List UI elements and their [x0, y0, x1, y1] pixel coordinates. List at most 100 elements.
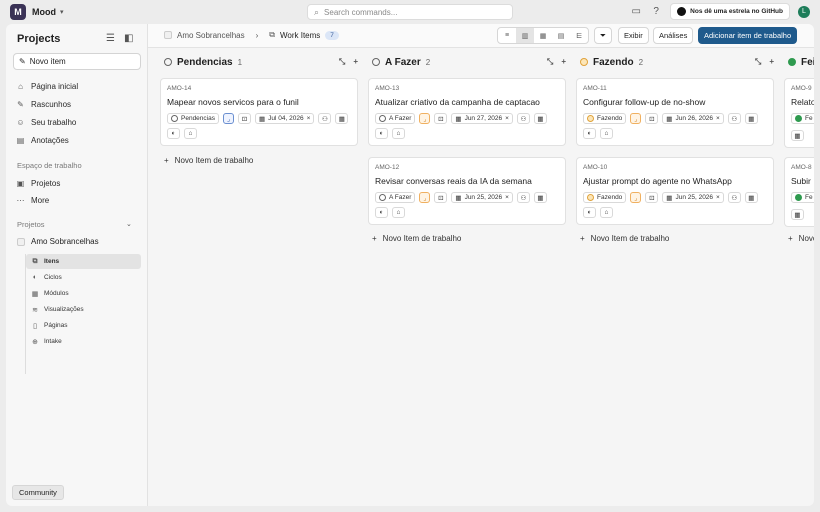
priority-medium-icon[interactable]: ⌟ [419, 113, 431, 124]
gantt-view-icon[interactable]: ⋿ [570, 28, 588, 43]
cycle-icon[interactable]: ◐ [583, 207, 596, 218]
breadcrumb-project[interactable]: Amo Sobrancelhas [177, 31, 245, 40]
project-sub-items[interactable]: ⧉ Itens [26, 254, 141, 269]
assignee-icon[interactable]: ⚇ [727, 192, 741, 203]
estimate-icon[interactable]: ⊡ [237, 113, 251, 124]
plus-icon[interactable]: + [561, 57, 566, 67]
project-sub-cycles[interactable]: ◐ Ciclos [26, 270, 141, 285]
plus-icon[interactable]: + [353, 57, 358, 67]
new-work-item-button[interactable]: + Novo Item de trabalho [788, 234, 814, 243]
state-dropdown[interactable]: Fe [791, 192, 814, 203]
cycle-icon[interactable]: ◐ [583, 128, 596, 139]
priority-medium-icon[interactable]: ⌟ [419, 192, 431, 203]
close-icon[interactable]: × [307, 115, 311, 122]
sidebar-item-your-work[interactable]: ☺ Seu trabalho [16, 118, 76, 127]
state-dropdown[interactable]: Fazendo [583, 113, 627, 124]
module-icon[interactable]: ▦ [533, 113, 547, 124]
work-item-card[interactable]: AMO-8 Subir Fe ▦ [784, 157, 814, 227]
state-dropdown[interactable]: Pendencias [167, 113, 219, 124]
new-work-item-button[interactable]: + Novo Item de trabalho [580, 234, 669, 243]
collapse-icon[interactable]: ⤡ [755, 57, 761, 67]
project-amo-sobrancelhas[interactable]: Amo Sobrancelhas [17, 237, 99, 246]
help-icon[interactable]: ? [650, 6, 662, 18]
list-view-icon[interactable]: ≡ [498, 28, 516, 43]
module-icon[interactable]: ▦ [533, 192, 547, 203]
label-icon[interactable]: ⌂ [392, 128, 405, 139]
sidebar-toggle-icon[interactable]: ◧ [124, 33, 133, 44]
assignee-icon[interactable]: ⚇ [727, 113, 741, 124]
sidebar-item-projects[interactable]: ▣ Projetos [16, 179, 61, 188]
priority-none-icon[interactable]: ⌟ [222, 113, 234, 124]
chevron-down-icon[interactable]: ⌄ [126, 220, 132, 228]
board-view-icon[interactable]: ▥ [516, 28, 534, 43]
state-dropdown[interactable]: Fe [791, 113, 814, 124]
state-dropdown[interactable]: A Fazer [375, 192, 416, 203]
app-name[interactable]: Mood [32, 7, 56, 17]
close-icon[interactable]: × [716, 194, 720, 201]
inbox-icon[interactable]: ▭ [630, 6, 642, 18]
priority-medium-icon[interactable]: ⌟ [630, 113, 642, 124]
assignee-icon[interactable]: ⚇ [516, 113, 530, 124]
github-star-button[interactable]: Nos dê uma estrela no GitHub [670, 3, 790, 20]
module-icon[interactable]: ▦ [791, 130, 804, 141]
new-item-button[interactable]: ✎ Novo item [13, 53, 141, 70]
estimate-icon[interactable]: ⊡ [645, 192, 659, 203]
close-icon[interactable]: × [505, 194, 509, 201]
estimate-icon[interactable]: ⊡ [645, 113, 659, 124]
close-icon[interactable]: × [716, 115, 720, 122]
analytics-button[interactable]: Análises [653, 27, 694, 44]
label-icon[interactable]: ⌂ [392, 207, 405, 218]
app-logo[interactable]: M [10, 4, 26, 20]
collapse-icon[interactable]: ⤡ [339, 57, 345, 67]
cycle-icon[interactable]: ◐ [167, 128, 180, 139]
collapse-icon[interactable]: ⤡ [547, 57, 553, 67]
due-date-dropdown[interactable]: ▦ Jun 27, 2026 × [451, 113, 513, 124]
label-icon[interactable]: ⌂ [600, 207, 613, 218]
due-date-dropdown[interactable]: ▦ Jun 26, 2026 × [662, 113, 724, 124]
state-dropdown[interactable]: A Fazer [375, 113, 416, 124]
calendar-view-icon[interactable]: ▦ [534, 28, 552, 43]
new-work-item-button[interactable]: + Novo Item de trabalho [164, 156, 253, 165]
assignee-icon[interactable]: ⚇ [516, 192, 530, 203]
project-sub-pages[interactable]: ▯ Páginas [26, 318, 141, 333]
projects-section-label[interactable]: Projetos [17, 220, 45, 229]
search-input[interactable]: ⌕ Search commands... [307, 4, 513, 20]
sidebar-item-more[interactable]: ⋯ More [16, 196, 50, 205]
due-date-dropdown[interactable]: ▦ Jul 04, 2026 × [254, 113, 315, 124]
breadcrumb-page[interactable]: Work Items [280, 31, 320, 40]
assignee-icon[interactable]: ⚇ [318, 113, 332, 124]
estimate-icon[interactable]: ⊡ [434, 192, 448, 203]
work-item-card[interactable]: AMO-10 Ajustar prompt do agente no Whats… [576, 157, 774, 225]
sliders-icon[interactable]: ☰ [106, 33, 115, 44]
community-button[interactable]: Community [12, 485, 64, 500]
project-sub-views[interactable]: ≋ Visualizações [26, 302, 141, 317]
cycle-icon[interactable]: ◐ [375, 207, 388, 218]
filter-button[interactable]: ⏷ [594, 27, 612, 44]
cycle-icon[interactable]: ◐ [375, 128, 388, 139]
work-item-card[interactable]: AMO-12 Revisar conversas reais da IA da … [368, 157, 566, 225]
label-icon[interactable]: ⌂ [184, 128, 197, 139]
avatar[interactable]: L [798, 5, 810, 18]
project-sub-modules[interactable]: ▦ Módulos [26, 286, 141, 301]
module-icon[interactable]: ▦ [335, 113, 349, 124]
add-work-item-button[interactable]: Adicionar item de trabalho [698, 27, 798, 44]
spreadsheet-view-icon[interactable]: ▤ [552, 28, 570, 43]
chevron-down-icon[interactable]: ▾ [60, 8, 64, 16]
work-item-card[interactable]: AMO-14 Mapear novos servicos para o funi… [160, 78, 358, 146]
due-date-dropdown[interactable]: ▦ Jun 25, 2026 × [451, 192, 513, 203]
sidebar-item-home[interactable]: ⌂ Página inicial [16, 82, 78, 91]
module-icon[interactable]: ▦ [791, 209, 804, 220]
work-item-card[interactable]: AMO-9 Relato Fe ▦ [784, 78, 814, 148]
close-icon[interactable]: × [505, 115, 509, 122]
new-work-item-button[interactable]: + Novo Item de trabalho [372, 234, 461, 243]
display-button[interactable]: Exibir [618, 27, 649, 44]
sidebar-item-drafts[interactable]: ✎ Rascunhos [16, 100, 71, 109]
work-item-card[interactable]: AMO-11 Configurar follow-up de no-show F… [576, 78, 774, 146]
sidebar-item-notes[interactable]: ▤ Anotações [16, 136, 69, 145]
plus-icon[interactable]: + [769, 57, 774, 67]
module-icon[interactable]: ▦ [744, 192, 758, 203]
project-sub-intake[interactable]: ⊕ Intake [26, 334, 141, 349]
state-dropdown[interactable]: Fazendo [583, 192, 627, 203]
module-icon[interactable]: ▦ [744, 113, 758, 124]
label-icon[interactable]: ⌂ [600, 128, 613, 139]
